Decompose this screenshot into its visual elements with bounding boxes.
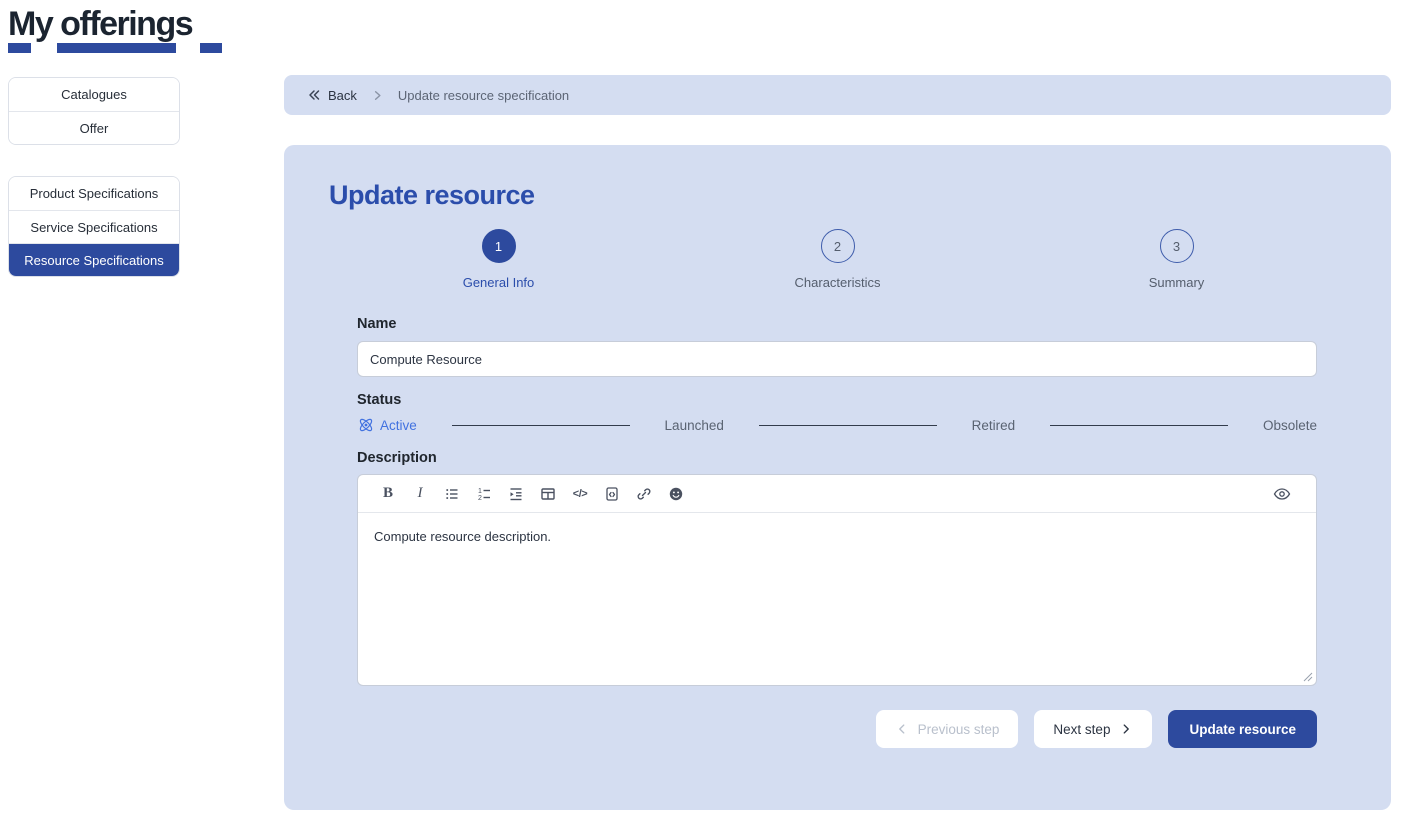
- sidebar-item-catalogues[interactable]: Catalogues: [9, 78, 179, 111]
- status-selector: Active Launched Retired Obsolete: [357, 416, 1317, 434]
- step-summary[interactable]: 3 Summary: [1007, 229, 1346, 290]
- chevron-right-icon: [1119, 722, 1133, 736]
- status-connector-line: [452, 425, 630, 426]
- status-option-label: Obsolete: [1263, 418, 1317, 433]
- sidebar-item-resource-specifications[interactable]: Resource Specifications: [9, 243, 179, 276]
- eye-icon[interactable]: [1266, 480, 1298, 508]
- step-number-badge: 2: [821, 229, 855, 263]
- next-step-label: Next step: [1053, 722, 1110, 737]
- status-option-retired[interactable]: Retired: [972, 418, 1016, 433]
- form-actions: Previous step Next step Update resource: [357, 710, 1317, 748]
- italic-icon[interactable]: I: [404, 480, 436, 508]
- step-label: Summary: [1149, 275, 1205, 290]
- sidebar-item-service-specifications[interactable]: Service Specifications: [9, 210, 179, 243]
- atom-icon: [357, 416, 375, 434]
- status-connector-line: [759, 425, 937, 426]
- status-option-label: Launched: [665, 418, 724, 433]
- svg-text:1: 1: [478, 488, 482, 495]
- code-block-icon[interactable]: [596, 480, 628, 508]
- step-general-info[interactable]: 1 General Info: [329, 229, 668, 290]
- status-connector-line: [1050, 425, 1228, 426]
- next-step-button[interactable]: Next step: [1034, 710, 1152, 748]
- link-icon[interactable]: [628, 480, 660, 508]
- status-option-obsolete[interactable]: Obsolete: [1263, 418, 1317, 433]
- step-characteristics[interactable]: 2 Characteristics: [668, 229, 1007, 290]
- resize-handle-icon[interactable]: [1303, 672, 1313, 682]
- previous-step-label: Previous step: [918, 722, 1000, 737]
- svg-text:2: 2: [478, 495, 482, 502]
- code-icon[interactable]: </>: [564, 480, 596, 508]
- step-number-badge: 1: [482, 229, 516, 263]
- previous-step-button[interactable]: Previous step: [876, 710, 1019, 748]
- status-option-active[interactable]: Active: [357, 416, 417, 434]
- bullet-list-icon[interactable]: [436, 480, 468, 508]
- bold-icon[interactable]: B: [372, 480, 404, 508]
- back-button[interactable]: Back: [306, 87, 357, 103]
- table-icon[interactable]: [532, 480, 564, 508]
- logo-underline-bars: [8, 43, 192, 53]
- name-input[interactable]: [357, 341, 1317, 377]
- ordered-list-icon[interactable]: 12: [468, 480, 500, 508]
- sidebar-group-catalogues: Catalogues Offer: [8, 77, 180, 145]
- page-title: Update resource: [329, 179, 1346, 211]
- sidebar-item-product-specifications[interactable]: Product Specifications: [9, 177, 179, 210]
- sidebar-group-specifications: Product Specifications Service Specifica…: [8, 176, 180, 277]
- app-logo-text: My offerings: [8, 6, 192, 42]
- sidebar-item-offer[interactable]: Offer: [9, 111, 179, 144]
- double-chevron-left-icon: [306, 87, 322, 103]
- sidebar: Catalogues Offer Product Specifications …: [8, 77, 180, 277]
- general-info-form: Name Status Active Launched Retir: [357, 316, 1317, 748]
- step-number-badge: 3: [1160, 229, 1194, 263]
- breadcrumb: Back Update resource specification: [284, 75, 1391, 115]
- status-label: Status: [357, 392, 1317, 408]
- update-resource-button[interactable]: Update resource: [1168, 710, 1317, 748]
- status-option-label: Active: [380, 418, 417, 433]
- logo-underline-bar: [57, 43, 176, 53]
- logo-underline-bar: [200, 43, 222, 53]
- status-option-launched[interactable]: Launched: [665, 418, 724, 433]
- description-label: Description: [357, 450, 1317, 466]
- logo-underline-bar: [8, 43, 31, 53]
- breadcrumb-current-page: Update resource specification: [398, 88, 569, 103]
- app-logo: My offerings: [8, 6, 192, 53]
- chevron-right-icon: [370, 88, 385, 103]
- step-label: Characteristics: [795, 275, 881, 290]
- update-resource-panel: Update resource 1 General Info 2 Charact…: [284, 145, 1391, 810]
- description-input[interactable]: Compute resource description.: [358, 513, 1316, 686]
- description-rich-text-editor: B I 12: [357, 474, 1317, 686]
- chevron-left-icon: [895, 722, 909, 736]
- indent-icon[interactable]: [500, 480, 532, 508]
- wizard-stepper: 1 General Info 2 Characteristics 3 Summa…: [329, 229, 1346, 290]
- editor-toolbar: B I 12: [358, 475, 1316, 513]
- update-resource-label: Update resource: [1189, 722, 1296, 737]
- status-option-label: Retired: [972, 418, 1016, 433]
- step-label: General Info: [463, 275, 535, 290]
- emoji-icon[interactable]: [660, 480, 692, 508]
- name-label: Name: [357, 316, 1317, 332]
- back-label: Back: [328, 88, 357, 103]
